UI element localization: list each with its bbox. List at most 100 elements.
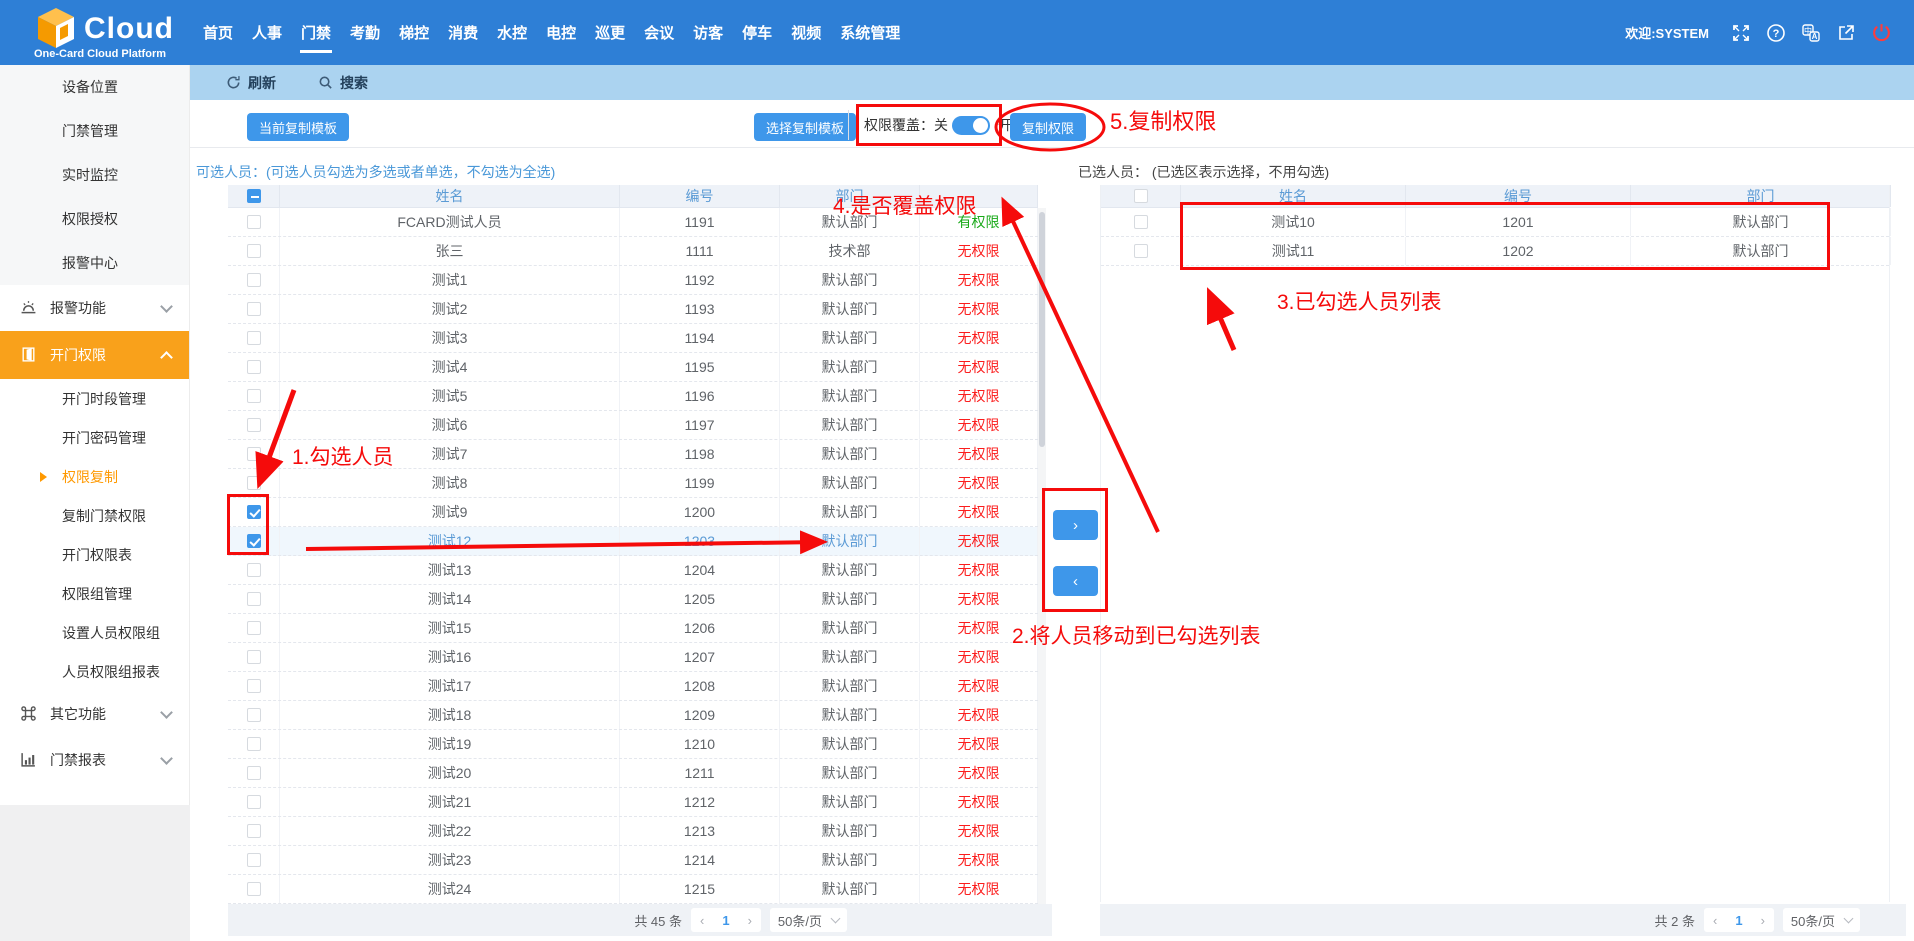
nav-item-水控[interactable]: 水控: [494, 16, 530, 49]
nav-item-视频[interactable]: 视频: [788, 16, 824, 49]
nav-item-门禁[interactable]: 门禁: [298, 16, 334, 49]
right-page-size-select[interactable]: 50条/页: [1783, 908, 1860, 932]
nav-item-考勤[interactable]: 考勤: [347, 16, 383, 49]
current-page[interactable]: 1: [713, 913, 738, 928]
nav-item-人事[interactable]: 人事: [249, 16, 285, 49]
sidebar-item-开门权限表[interactable]: 开门权限表: [0, 535, 189, 574]
select-all-checkbox[interactable]: [247, 189, 261, 203]
sidebar-item-权限授权[interactable]: 权限授权: [0, 197, 189, 241]
table-row[interactable]: 测试41195默认部门无权限: [228, 353, 1038, 382]
table-row[interactable]: 测试31194默认部门无权限: [228, 324, 1038, 353]
left-page-size-select[interactable]: 50条/页: [770, 908, 847, 932]
table-row[interactable]: 张三1111技术部无权限: [228, 237, 1038, 266]
row-checkbox[interactable]: [247, 563, 261, 577]
next-page-button[interactable]: ›: [1752, 913, 1774, 928]
row-checkbox[interactable]: [247, 476, 261, 490]
row-checkbox[interactable]: [247, 737, 261, 751]
table-row[interactable]: 测试191210默认部门无权限: [228, 730, 1038, 759]
sidebar-item-开门时段管理[interactable]: 开门时段管理: [0, 379, 189, 418]
prev-page-button[interactable]: ‹: [691, 913, 713, 928]
sidebar-item-权限组管理[interactable]: 权限组管理: [0, 574, 189, 613]
row-checkbox[interactable]: [247, 882, 261, 896]
next-page-button[interactable]: ›: [739, 913, 761, 928]
row-checkbox[interactable]: [247, 418, 261, 432]
row-checkbox[interactable]: [247, 389, 261, 403]
sidebar-group-开门权限[interactable]: 开门权限: [0, 331, 189, 379]
row-checkbox[interactable]: [247, 679, 261, 693]
row-checkbox[interactable]: [247, 766, 261, 780]
row-checkbox[interactable]: [247, 447, 261, 461]
table-row[interactable]: 测试141205默认部门无权限: [228, 585, 1038, 614]
table-row[interactable]: 测试61197默认部门无权限: [228, 411, 1038, 440]
sidebar-group-报警功能[interactable]: 报警功能: [0, 285, 189, 331]
table-row[interactable]: FCARD测试人员1191默认部门有权限: [228, 208, 1038, 237]
scrollbar-thumb[interactable]: [1039, 212, 1045, 447]
open-window-icon[interactable]: [1835, 22, 1857, 44]
sidebar-item-人员权限组报表[interactable]: 人员权限组报表: [0, 652, 189, 691]
refresh-button[interactable]: 刷新: [226, 73, 276, 93]
table-row[interactable]: 测试231214默认部门无权限: [228, 846, 1038, 875]
row-checkbox[interactable]: [247, 302, 261, 316]
move-left-button[interactable]: ‹: [1053, 566, 1098, 596]
select-template-button[interactable]: 选择复制模板: [754, 113, 856, 141]
translate-icon[interactable]: 中 A: [1800, 22, 1822, 44]
row-checkbox[interactable]: [1134, 244, 1148, 258]
table-row[interactable]: 测试211212默认部门无权限: [228, 788, 1038, 817]
row-checkbox[interactable]: [247, 650, 261, 664]
row-checkbox[interactable]: [247, 592, 261, 606]
row-checkbox[interactable]: [247, 621, 261, 635]
sidebar-group-门禁报表[interactable]: 门禁报表: [0, 737, 189, 783]
table-row[interactable]: 测试241215默认部门无权限: [228, 875, 1038, 904]
nav-item-停车[interactable]: 停车: [739, 16, 775, 49]
table-row[interactable]: 测试21193默认部门无权限: [228, 295, 1038, 324]
row-checkbox[interactable]: [247, 244, 261, 258]
nav-item-梯控[interactable]: 梯控: [396, 16, 432, 49]
sidebar-item-报警中心[interactable]: 报警中心: [0, 241, 189, 285]
table-row[interactable]: 测试171208默认部门无权限: [228, 672, 1038, 701]
help-icon[interactable]: ?: [1765, 22, 1787, 44]
table-row[interactable]: 测试151206默认部门无权限: [228, 614, 1038, 643]
row-checkbox[interactable]: [247, 824, 261, 838]
sidebar-item-设置人员权限组[interactable]: 设置人员权限组: [0, 613, 189, 652]
row-checkbox[interactable]: [247, 360, 261, 374]
row-checkbox[interactable]: [247, 853, 261, 867]
sidebar-item-门禁管理[interactable]: 门禁管理: [0, 109, 189, 153]
table-row[interactable]: 测试121203默认部门无权限: [228, 527, 1038, 556]
nav-item-首页[interactable]: 首页: [200, 16, 236, 49]
table-row[interactable]: 测试181209默认部门无权限: [228, 701, 1038, 730]
row-checkbox[interactable]: [247, 331, 261, 345]
sidebar-item-开门密码管理[interactable]: 开门密码管理: [0, 418, 189, 457]
row-checkbox[interactable]: [247, 795, 261, 809]
row-checkbox[interactable]: [247, 215, 261, 229]
current-page[interactable]: 1: [1726, 913, 1751, 928]
nav-item-电控[interactable]: 电控: [543, 16, 579, 49]
search-button[interactable]: 搜索: [318, 73, 368, 93]
move-right-button[interactable]: ›: [1053, 510, 1098, 540]
copy-permission-button[interactable]: 复制权限: [1010, 113, 1086, 141]
sidebar-item-设备位置[interactable]: 设备位置: [0, 65, 189, 109]
fullscreen-icon[interactable]: [1730, 22, 1752, 44]
table-row[interactable]: 测试11192默认部门无权限: [228, 266, 1038, 295]
table-row[interactable]: 测试111202默认部门: [1101, 237, 1889, 266]
table-row[interactable]: 测试131204默认部门无权限: [228, 556, 1038, 585]
select-all-checkbox[interactable]: [1134, 189, 1148, 203]
prev-page-button[interactable]: ‹: [1704, 913, 1726, 928]
nav-item-系统管理[interactable]: 系统管理: [837, 16, 903, 49]
sidebar-item-实时监控[interactable]: 实时监控: [0, 153, 189, 197]
sidebar-group-其它功能[interactable]: 其它功能: [0, 691, 189, 737]
sidebar-item-权限复制[interactable]: 权限复制: [0, 457, 189, 496]
nav-item-会议[interactable]: 会议: [641, 16, 677, 49]
table-row[interactable]: 测试91200默认部门无权限: [228, 498, 1038, 527]
override-toggle[interactable]: [952, 116, 990, 135]
current-template-button[interactable]: 当前复制模板: [247, 113, 349, 141]
row-checkbox[interactable]: [247, 708, 261, 722]
power-icon[interactable]: [1870, 22, 1892, 44]
row-checkbox[interactable]: [1134, 215, 1148, 229]
nav-item-消费[interactable]: 消费: [445, 16, 481, 49]
table-row[interactable]: 测试81199默认部门无权限: [228, 469, 1038, 498]
row-checkbox[interactable]: [247, 505, 261, 519]
nav-item-访客[interactable]: 访客: [690, 16, 726, 49]
row-checkbox[interactable]: [247, 273, 261, 287]
row-checkbox[interactable]: [247, 534, 261, 548]
table-row[interactable]: 测试201211默认部门无权限: [228, 759, 1038, 788]
